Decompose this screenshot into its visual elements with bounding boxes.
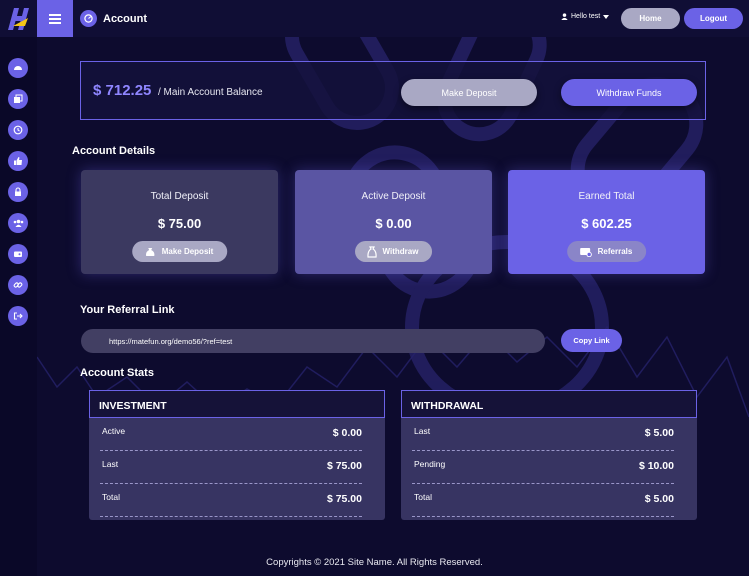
sidebar-item-history[interactable] xyxy=(8,120,28,140)
account-details-title: Account Details xyxy=(72,145,156,157)
logout-button[interactable]: Logout xyxy=(684,8,743,29)
referral-link-input[interactable] xyxy=(81,329,545,353)
stat-row: Total $ 75.00 xyxy=(100,484,362,517)
balance-label: / Main Account Balance xyxy=(158,87,263,98)
stat-value: $ 0.00 xyxy=(332,427,362,439)
link-icon xyxy=(13,282,23,288)
balance-panel: $ 712.25 / Main Account Balance Make Dep… xyxy=(80,61,706,120)
logo[interactable] xyxy=(0,0,37,37)
card-value: $ 602.25 xyxy=(581,216,632,231)
sidebar-item-users[interactable] xyxy=(8,213,28,233)
user-menu[interactable]: Hello test xyxy=(561,13,610,20)
sidebar-item-logout[interactable] xyxy=(8,306,28,326)
page-title: Account xyxy=(103,12,147,25)
home-button[interactable]: Home xyxy=(621,8,680,29)
sidebar-item-link[interactable] xyxy=(8,275,28,295)
logo-icon xyxy=(7,7,29,30)
user-icon xyxy=(561,13,568,20)
stat-row: Total $ 5.00 xyxy=(412,484,674,517)
withdrawal-header: WITHDRAWAL xyxy=(401,390,697,418)
money-bag-icon xyxy=(145,248,154,256)
card-label: Earned Total xyxy=(578,191,635,202)
withdrawal-panel: WITHDRAWAL Last $ 5.00 Pending $ 10.00 T… xyxy=(401,390,697,520)
hamburger-icon xyxy=(49,13,61,24)
investment-panel: INVESTMENT Active $ 0.00 Last $ 75.00 To… xyxy=(89,390,385,520)
card-make-deposit-button[interactable]: Make Deposit xyxy=(131,241,228,262)
sidebar-item-dashboard[interactable] xyxy=(8,58,28,78)
menu-toggle-button[interactable] xyxy=(37,0,73,37)
thumbs-up-icon xyxy=(14,157,22,165)
wallet-icon xyxy=(14,251,22,257)
copy-link-button[interactable]: Copy Link xyxy=(561,329,622,352)
stat-label: Total xyxy=(414,492,432,502)
stat-value: $ 75.00 xyxy=(326,460,362,472)
balance-amount: $ 712.25 xyxy=(93,82,152,99)
referrals-icon xyxy=(579,247,592,257)
sidebar xyxy=(0,37,37,576)
logout-icon xyxy=(13,312,23,320)
stat-value: $ 5.00 xyxy=(644,427,674,439)
sidebar-item-wallet[interactable] xyxy=(8,244,28,264)
card-button-label: Make Deposit xyxy=(161,247,214,256)
history-icon xyxy=(13,125,23,135)
users-icon xyxy=(13,219,23,227)
sidebar-item-deposit[interactable] xyxy=(8,89,28,109)
stat-label: Pending xyxy=(414,459,446,469)
top-bar: Account Hello test Home Logout xyxy=(0,0,749,37)
investment-header: INVESTMENT xyxy=(89,390,385,418)
stat-label: Active xyxy=(102,426,126,436)
card-value: $ 75.00 xyxy=(157,216,202,231)
stat-row: Active $ 0.00 xyxy=(100,418,362,451)
card-label: Active Deposit xyxy=(361,191,426,202)
stat-label: Total xyxy=(102,492,120,502)
card-label: Total Deposit xyxy=(150,191,209,202)
card-referrals-button[interactable]: Referrals xyxy=(566,241,647,262)
stat-label: Last xyxy=(102,459,119,469)
dashboard-icon xyxy=(14,66,22,70)
card-button-label: Withdraw xyxy=(382,247,419,256)
card-value: $ 0.00 xyxy=(375,216,412,231)
stat-value: $ 10.00 xyxy=(638,460,674,472)
page-heading: Account xyxy=(80,10,147,27)
withdraw-funds-button[interactable]: Withdraw Funds xyxy=(561,79,697,106)
make-deposit-button[interactable]: Make Deposit xyxy=(401,79,537,106)
chevron-down-icon xyxy=(603,14,610,19)
card-withdraw-button[interactable]: Withdraw xyxy=(354,241,433,262)
referral-link-title: Your Referral Link xyxy=(80,304,175,316)
withdraw-bag-icon xyxy=(366,245,377,258)
total-deposit-card: Total Deposit $ 75.00 Make Deposit xyxy=(81,170,278,274)
sidebar-item-thumbs-up[interactable] xyxy=(8,151,28,171)
stat-row: Last $ 75.00 xyxy=(100,451,362,484)
earned-total-card: Earned Total $ 602.25 Referrals xyxy=(508,170,705,274)
stat-label: Last xyxy=(414,426,431,436)
card-button-label: Referrals xyxy=(597,247,633,256)
account-stats-title: Account Stats xyxy=(80,367,154,379)
deposit-icon xyxy=(14,94,23,103)
stat-row: Pending $ 10.00 xyxy=(412,451,674,484)
stat-row: Last $ 5.00 xyxy=(412,418,674,451)
account-icon xyxy=(80,10,97,27)
user-greeting: Hello test xyxy=(571,13,601,20)
active-deposit-card: Active Deposit $ 0.00 Withdraw xyxy=(295,170,492,274)
sidebar-item-lock[interactable] xyxy=(8,182,28,202)
footer-copyright: Copyrights © 2021 Site Name. All Rights … xyxy=(266,557,483,568)
lock-icon xyxy=(15,187,21,196)
stat-value: $ 75.00 xyxy=(326,493,362,505)
stat-value: $ 5.00 xyxy=(644,493,674,505)
